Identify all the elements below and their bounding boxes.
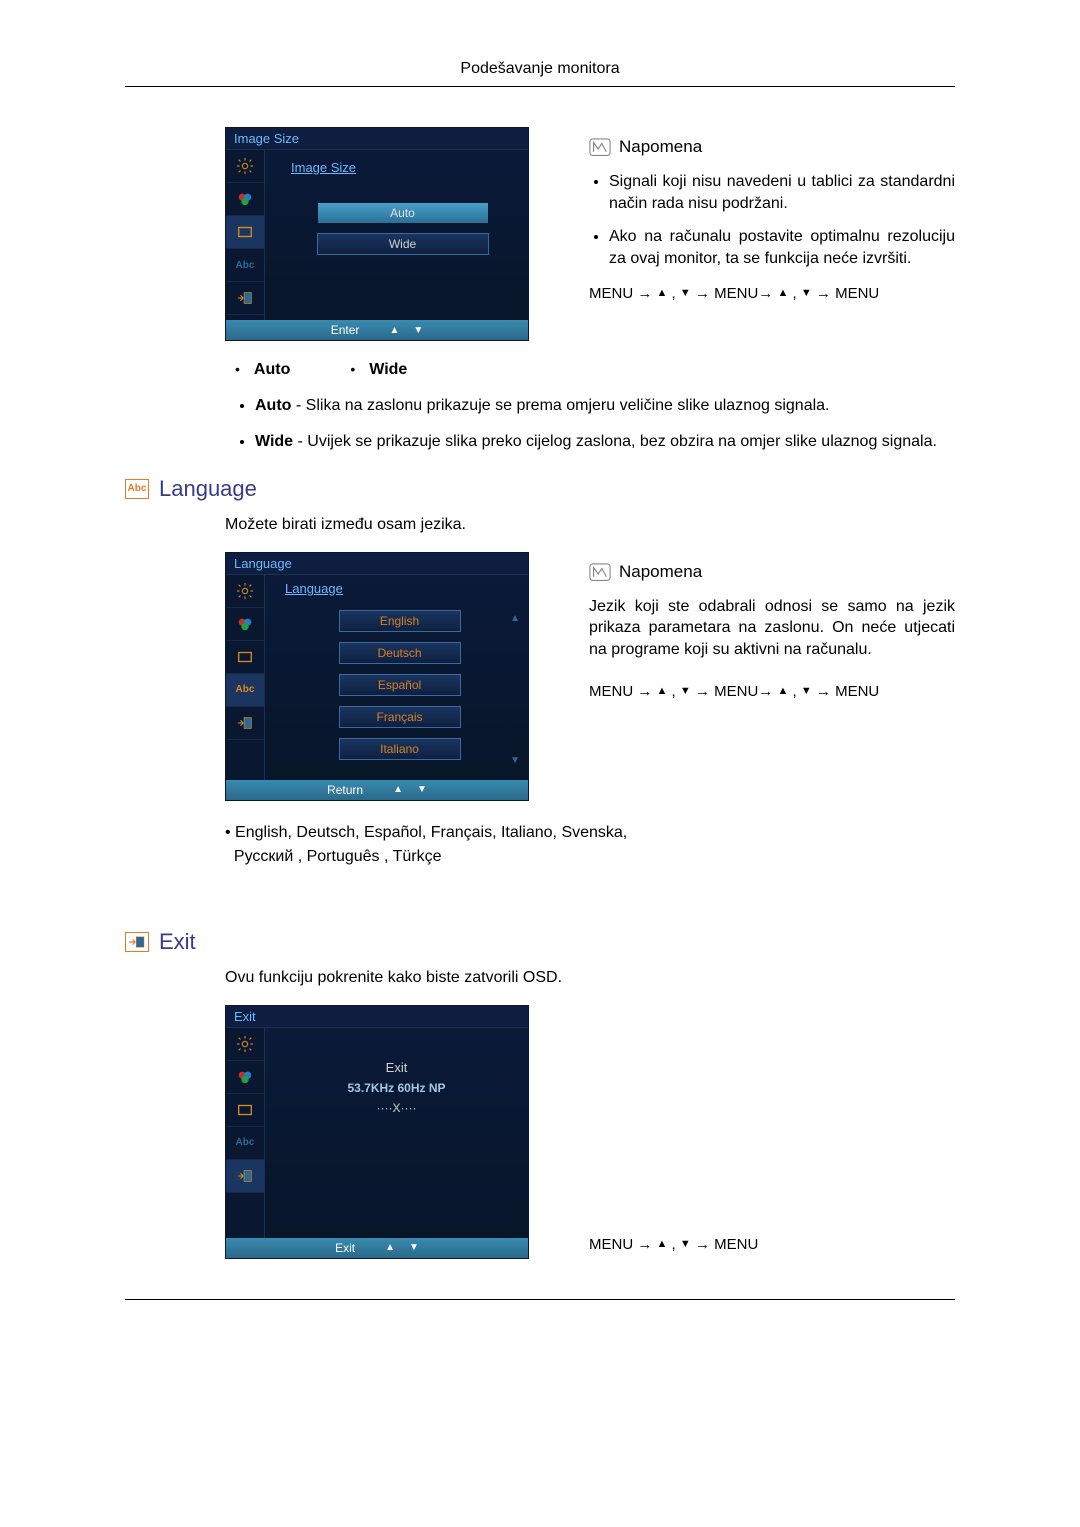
desc-wide: Wide - Uvijek se prikazuje slika preko c… (255, 431, 955, 453)
image-tab-icon (226, 641, 264, 674)
color-tab-icon (226, 183, 264, 216)
exit-tab-icon (226, 282, 264, 315)
exit-tab-icon (226, 1160, 264, 1193)
menu-navigation: MENU → ▲ , ▼ → MENU (589, 1234, 955, 1255)
language-tab-icon: Abc (226, 674, 264, 707)
osd-footer: Enter ▲▼ (226, 320, 528, 340)
option-wide: •Wide (350, 361, 407, 379)
image-tab-icon (226, 216, 264, 249)
exit-intro: Ovu funkciju pokrenite kako biste zatvor… (125, 969, 955, 987)
note-list: Signali koji nisu navedeni u tablici za … (589, 171, 955, 269)
scroll-up-icon: ▲ (510, 613, 520, 624)
arrow-icons: ▲▼ (385, 1242, 419, 1253)
note-heading: Napomena (619, 562, 702, 582)
osd-title: Exit (226, 1006, 528, 1028)
osd-option-english: English (339, 610, 461, 632)
divider (125, 1299, 955, 1300)
divider (125, 86, 955, 87)
osd-footer: Return ▲▼ (226, 780, 528, 800)
note-heading: Napomena (619, 137, 702, 157)
osd-exit-line1: Exit (265, 1060, 528, 1075)
color-tab-icon (226, 1061, 264, 1094)
osd-footer-label: Return (327, 783, 363, 797)
osd-group-label: Language (285, 581, 514, 596)
option-auto: •Auto (235, 361, 290, 379)
osd-exit-line3: ····X···· (265, 1101, 528, 1115)
osd-group-label: Image Size (291, 160, 514, 175)
menu-navigation: MENU → ▲ , ▼ → MENU→ ▲ , ▼ → MENU (589, 681, 955, 702)
osd-title: Image Size (226, 128, 528, 150)
osd-option-espanol: Español (339, 674, 461, 696)
osd-option-auto: Auto (318, 203, 488, 223)
page-header: Podešavanje monitora (125, 60, 955, 78)
menu-navigation: MENU → ▲ , ▼ → MENU→ ▲ , ▼ → MENU (589, 283, 955, 304)
osd-tabs: Abc (226, 575, 265, 780)
heading-language: Abc Language (125, 476, 955, 502)
abc-icon: Abc (125, 479, 149, 499)
language-intro: Možete birati između osam jezika. (125, 516, 955, 534)
scroll-down-icon: ▼ (510, 755, 520, 766)
language-list: • English, Deutsch, Español, Français, I… (125, 821, 955, 869)
osd-footer: Exit ▲▼ (226, 1238, 528, 1258)
osd-footer-label: Exit (335, 1241, 355, 1255)
heading-exit: Exit (125, 929, 955, 955)
osd-option-deutsch: Deutsch (339, 642, 461, 664)
osd-exit: Exit Abc (225, 1005, 529, 1259)
note-item: Ako na računalu postavite optimalnu rezo… (609, 226, 955, 269)
note-icon (589, 563, 611, 581)
osd-tabs: Abc (226, 1028, 265, 1238)
osd-image-size: Image Size Abc (225, 127, 529, 341)
osd-option-francais: Français (339, 706, 461, 728)
osd-footer-label: Enter (331, 323, 360, 337)
note-body: Jezik koji ste odabrali odnosi se samo n… (589, 596, 955, 661)
osd-exit-line2: 53.7KHz 60Hz NP (265, 1081, 528, 1095)
osd-language: Language Abc (225, 552, 529, 801)
osd-tabs: Abc (226, 150, 265, 320)
brightness-tab-icon (226, 150, 264, 183)
language-tab-icon: Abc (226, 249, 264, 282)
exit-tab-icon (226, 707, 264, 740)
image-tab-icon (226, 1094, 264, 1127)
arrow-icons: ▲▼ (389, 325, 423, 336)
arrow-icons: ▲▼ (393, 784, 427, 795)
brightness-tab-icon (226, 575, 264, 608)
note-item: Signali koji nisu navedeni u tablici za … (609, 171, 955, 214)
osd-option-wide: Wide (317, 233, 489, 255)
note-icon (589, 138, 611, 156)
osd-option-italiano: Italiano (339, 738, 461, 760)
exit-heading-icon (125, 932, 149, 952)
language-tab-icon: Abc (226, 1127, 264, 1160)
color-tab-icon (226, 608, 264, 641)
desc-auto: Auto - Slika na zaslonu prikazuje se pre… (255, 395, 955, 417)
osd-title: Language (226, 553, 528, 575)
brightness-tab-icon (226, 1028, 264, 1061)
